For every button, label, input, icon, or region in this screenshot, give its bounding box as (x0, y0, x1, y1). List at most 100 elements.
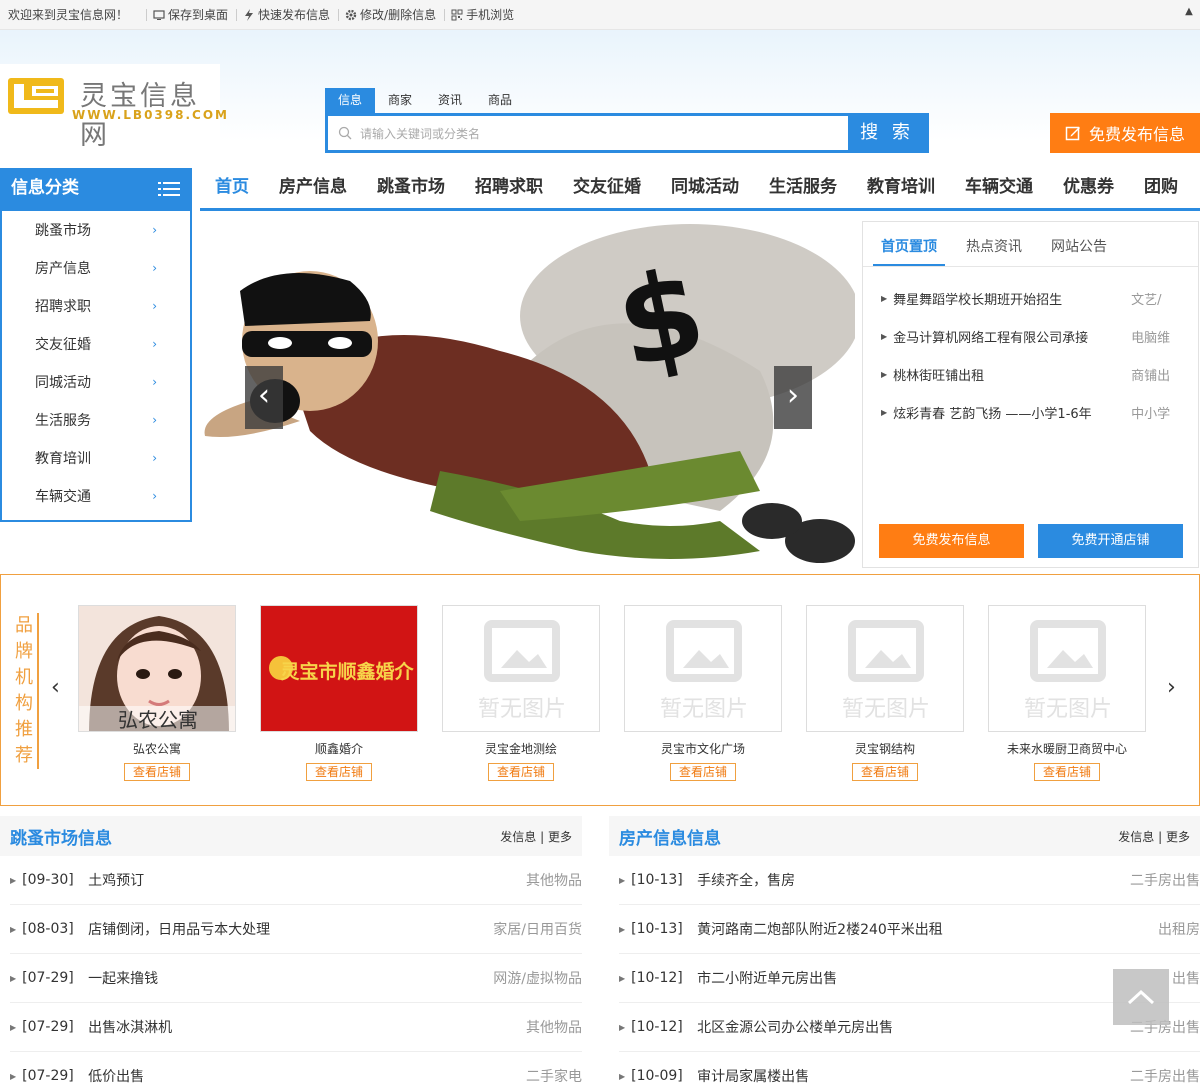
nav-dating[interactable]: 交友征婚 (558, 168, 656, 208)
flea-market-section: 跳蚤市场信息 发信息 | 更多 ▶ [09-30] 土鸡预订 其他物品 ▶ [08-03… (0, 816, 582, 1091)
nav-events[interactable]: 同城活动 (656, 168, 754, 208)
sidebar-item-label: 跳蚤市场 (35, 223, 91, 239)
triangle-bullet-icon: ▶ (619, 924, 626, 934)
post-info-link[interactable]: 发信息 (1118, 830, 1154, 844)
sidebar-item-label: 同城活动 (35, 375, 91, 391)
save-desktop-link[interactable]: 保存到桌面 (153, 6, 228, 23)
publish-free-label: 免费发布信息 (1088, 125, 1185, 144)
search-tab-info[interactable]: 信息 (325, 88, 375, 113)
view-shop-button[interactable]: 查看店铺 (1033, 763, 1100, 781)
nav-vehicles[interactable]: 车辆交通 (950, 168, 1048, 208)
nav-life-services[interactable]: 生活服务 (754, 168, 852, 208)
banner-carousel[interactable]: $ ‹ › (200, 221, 855, 567)
list-item[interactable]: ▶ 炫彩青春 艺韵飞扬 ——小学1-6年 中小学 (881, 393, 1198, 431)
view-shop-button[interactable]: 查看店铺 (305, 763, 372, 781)
list-item[interactable]: ▶ [07-29] 出售冰淇淋机 其他物品 (10, 1003, 582, 1052)
item-title: 黄河路南二炮部队附近2楼240平米出租 (697, 922, 943, 938)
brand-card[interactable]: 弘农公寓 弘农公寓 查看店铺 (78, 605, 236, 781)
brand-image-text: 灵宝市顺鑫婚介 (280, 660, 414, 683)
view-shop-button[interactable]: 查看店铺 (123, 763, 190, 781)
section-links: 发信息 | 更多 (500, 829, 572, 844)
sidebar-item-education[interactable]: 教育培训 › (2, 439, 190, 477)
sidebar-item-life-services[interactable]: 生活服务 › (2, 401, 190, 439)
sidebar-item-label: 车辆交通 (35, 489, 91, 505)
brand-name: 未来水暖厨卫商贸中心 (1006, 742, 1127, 756)
sidebar-item-flea-market[interactable]: 跳蚤市场 › (2, 211, 190, 249)
tab-announcements[interactable]: 网站公告 (1043, 222, 1115, 266)
brand-name: 弘农公寓 (132, 742, 181, 756)
mobile-link[interactable]: 手机浏览 (451, 6, 514, 23)
brand-card[interactable]: 暂无图片 未来水暖厨卫商贸中心 查看店铺 (988, 605, 1146, 781)
list-item[interactable]: ▶ [08-03] 店铺倒闭，日用品亏本大处理 家居/日用百货 (10, 905, 582, 954)
triangle-bullet-icon: ▶ (10, 1071, 17, 1081)
header: 灵宝信息网 WWW.LB0398.COM 信息 商家 资讯 商品 请输入关键词或… (0, 30, 1200, 162)
list-item[interactable]: ▶ [10-09] 审计局家属楼出售 二手房出售 (619, 1052, 1200, 1091)
search-tab-goods[interactable]: 商品 (475, 88, 525, 113)
post-info-link[interactable]: 发信息 (500, 830, 536, 844)
search-input[interactable]: 请输入关键词或分类名 (328, 116, 848, 150)
nav-home[interactable]: 首页 (200, 168, 264, 208)
list-item[interactable]: ▶ 舞星舞蹈学校长期班开始招生 文艺/ (881, 279, 1198, 317)
list-item[interactable]: ▶ [09-30] 土鸡预订 其他物品 (10, 856, 582, 905)
list-item[interactable]: ▶ 金马计算机网络工程有限公司承接 电脑维 (881, 317, 1198, 355)
brand-next-button[interactable]: › (1167, 675, 1176, 700)
brand-photo: 弘农公寓 (79, 606, 235, 731)
brand-card[interactable]: 暂无图片 灵宝钢结构 查看店铺 (806, 605, 964, 781)
item-title: 手续齐全，售房 (697, 873, 796, 889)
brand-card[interactable]: 灵宝市顺鑫婚介 顺鑫婚介 查看店铺 (260, 605, 418, 781)
list-item[interactable]: ▶ [10-13] 手续齐全，售房 二手房出售 (619, 856, 1200, 905)
no-image-text: 暂无图片 (1024, 697, 1112, 722)
banner-prev-button[interactable]: ‹ (245, 366, 283, 429)
tab-hot-news[interactable]: 热点资讯 (958, 222, 1030, 266)
search-tab-merchant[interactable]: 商家 (375, 88, 425, 113)
search-tab-news[interactable]: 资讯 (425, 88, 475, 113)
view-shop-button[interactable]: 查看店铺 (851, 763, 918, 781)
edit-delete-link[interactable]: 修改/删除信息 (345, 6, 436, 23)
view-shop-button[interactable]: 查看店铺 (669, 763, 736, 781)
brand-card[interactable]: 暂无图片 灵宝金地测绘 查看店铺 (442, 605, 600, 781)
nav-house[interactable]: 房产信息 (264, 168, 362, 208)
list-item[interactable]: ▶ [07-29] 一起来撸钱 网游/虚拟物品 (10, 954, 582, 1003)
nav-education[interactable]: 教育培训 (852, 168, 950, 208)
brand-image: 暂无图片 (988, 605, 1146, 732)
quick-publish-label: 快速发布信息 (258, 8, 331, 22)
site-logo[interactable]: 灵宝信息网 WWW.LB0398.COM (0, 64, 227, 152)
publish-free-button[interactable]: 免费发布信息 (1050, 113, 1200, 153)
nav-coupons[interactable]: 优惠券 (1048, 168, 1129, 208)
list-item[interactable]: ▶ [10-13] 黄河路南二炮部队附近2楼240平米出租 出租房 (619, 905, 1200, 954)
view-shop-button[interactable]: 查看店铺 (487, 763, 554, 781)
monitor-icon (153, 9, 165, 20)
list-item[interactable]: ▶ [07-29] 低价出售 二手家电 (10, 1052, 582, 1091)
more-link[interactable]: 更多 (1166, 830, 1190, 844)
list-item[interactable]: ▶ 桃林街旺铺出租 商铺出 (881, 355, 1198, 393)
more-link[interactable]: 更多 (548, 830, 572, 844)
welcome-text: 欢迎来到灵宝信息网！ (8, 8, 129, 22)
sidebar-item-dating[interactable]: 交友征婚 › (2, 325, 190, 363)
section-links: 发信息 | 更多 (1118, 829, 1190, 844)
item-category: 网游/虚拟物品 (493, 971, 582, 987)
back-to-top-button[interactable] (1113, 969, 1169, 1025)
chevron-right-icon: › (152, 261, 157, 275)
sidebar-item-vehicles[interactable]: 车辆交通 › (2, 477, 190, 515)
open-shop-button[interactable]: 免费开通店铺 (1038, 524, 1183, 558)
nav-jobs[interactable]: 招聘求职 (460, 168, 558, 208)
item-date: [10-13] (631, 921, 683, 937)
logo-url: WWW.LB0398.COM (72, 108, 229, 122)
chevron-right-icon: › (152, 489, 157, 503)
banner-next-button[interactable]: › (774, 366, 812, 429)
tab-top-posts[interactable]: 首页置顶 (873, 222, 945, 266)
brand-card[interactable]: 暂无图片 灵宝市文化广场 查看店铺 (624, 605, 782, 781)
scroll-up-arrow-icon[interactable]: ▲ (1182, 6, 1196, 24)
sidebar-item-house[interactable]: 房产信息 › (2, 249, 190, 287)
sidebar-item-jobs[interactable]: 招聘求职 › (2, 287, 190, 325)
item-category: 其他物品 (526, 873, 582, 889)
search-button[interactable]: 搜 索 (848, 116, 926, 150)
brand-prev-button[interactable]: ‹ (51, 675, 60, 700)
nav-flea-market[interactable]: 跳蚤市场 (362, 168, 460, 208)
quick-publish-link[interactable]: 快速发布信息 (243, 6, 330, 23)
category-header[interactable]: 信息分类 (0, 168, 192, 211)
nav-group-buy[interactable]: 团购 (1129, 168, 1193, 208)
sidebar-item-events[interactable]: 同城活动 › (2, 363, 190, 401)
free-publish-button[interactable]: 免费发布信息 (879, 524, 1024, 558)
item-date: [10-13] (631, 872, 683, 888)
